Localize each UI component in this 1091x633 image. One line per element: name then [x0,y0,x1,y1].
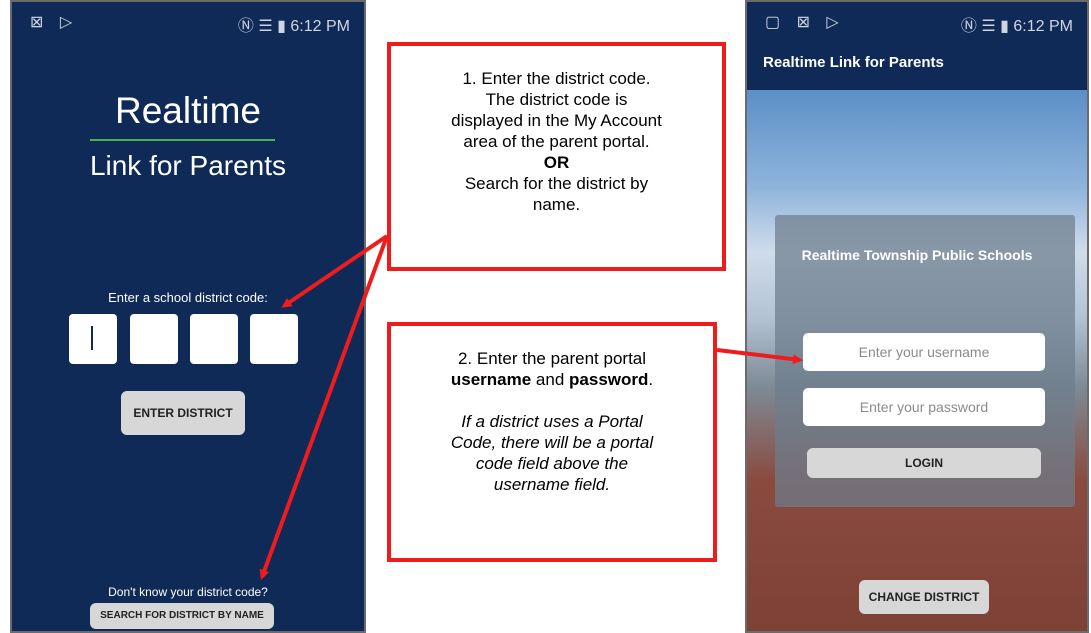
arrow-to-username-field [716,348,803,365]
arrow-to-search-button [259,235,389,580]
arrow-to-code-boxes [281,234,389,308]
annotation-arrows [259,234,803,580]
